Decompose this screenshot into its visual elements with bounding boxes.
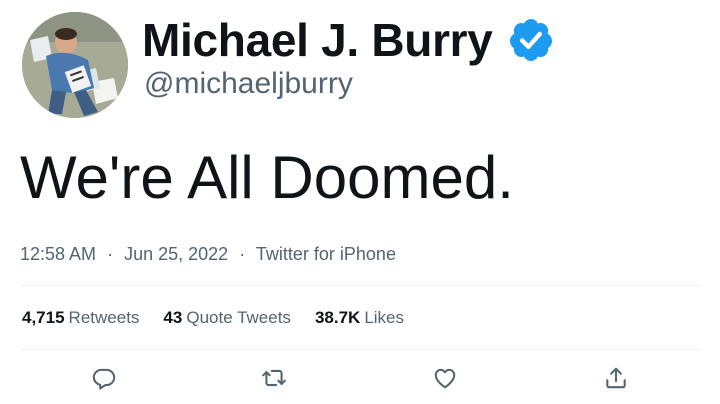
- likes-stat[interactable]: 38.7K Likes: [315, 306, 404, 330]
- meta-separator: ·: [107, 244, 114, 264]
- tweet-source[interactable]: Twitter for iPhone: [256, 244, 396, 264]
- retweet-icon: [262, 369, 286, 387]
- reply-icon: [92, 368, 116, 390]
- divider: [20, 349, 702, 350]
- quote-tweets-stat[interactable]: 43 Quote Tweets: [163, 306, 291, 330]
- tweet-text: We're All Doomed.: [20, 144, 514, 211]
- tweet-date[interactable]: Jun 25, 2022: [124, 244, 228, 264]
- tweet-card: Michael J. Burry @michaeljburry We're Al…: [0, 0, 720, 404]
- verified-badge-icon: [509, 19, 552, 61]
- like-icon: [434, 368, 456, 389]
- likes-count: 38.7K: [314, 308, 361, 327]
- divider: [20, 285, 702, 286]
- author-name-row[interactable]: Michael J. Burry: [142, 12, 555, 68]
- tweet-time[interactable]: 12:58 AM: [20, 244, 96, 264]
- quote-tweets-count: 43: [163, 308, 183, 327]
- meta-separator: ·: [239, 244, 246, 264]
- retweets-count: 4,715: [22, 308, 65, 327]
- author-display-name[interactable]: Michael J. Burry: [142, 12, 493, 68]
- tweet-metadata: 12:58 AM · Jun 25, 2022 · Twitter for iP…: [20, 242, 396, 266]
- engagement-stats: 4,715 Retweets 43 Quote Tweets 38.7K Likes: [22, 306, 428, 330]
- action-bar: [0, 362, 720, 394]
- retweet-button[interactable]: [258, 362, 290, 394]
- like-button[interactable]: [429, 362, 461, 394]
- retweets-stat[interactable]: 4,715 Retweets: [22, 306, 139, 330]
- avatar-image: [22, 12, 128, 118]
- quote-tweets-label: Quote Tweets: [186, 308, 291, 327]
- avatar[interactable]: [22, 12, 128, 118]
- reply-button[interactable]: [88, 362, 120, 394]
- likes-label: Likes: [364, 308, 404, 327]
- share-button[interactable]: [600, 362, 632, 394]
- share-icon: [606, 367, 626, 389]
- author-handle[interactable]: @michaeljburry: [144, 66, 353, 102]
- retweets-label: Retweets: [68, 308, 140, 327]
